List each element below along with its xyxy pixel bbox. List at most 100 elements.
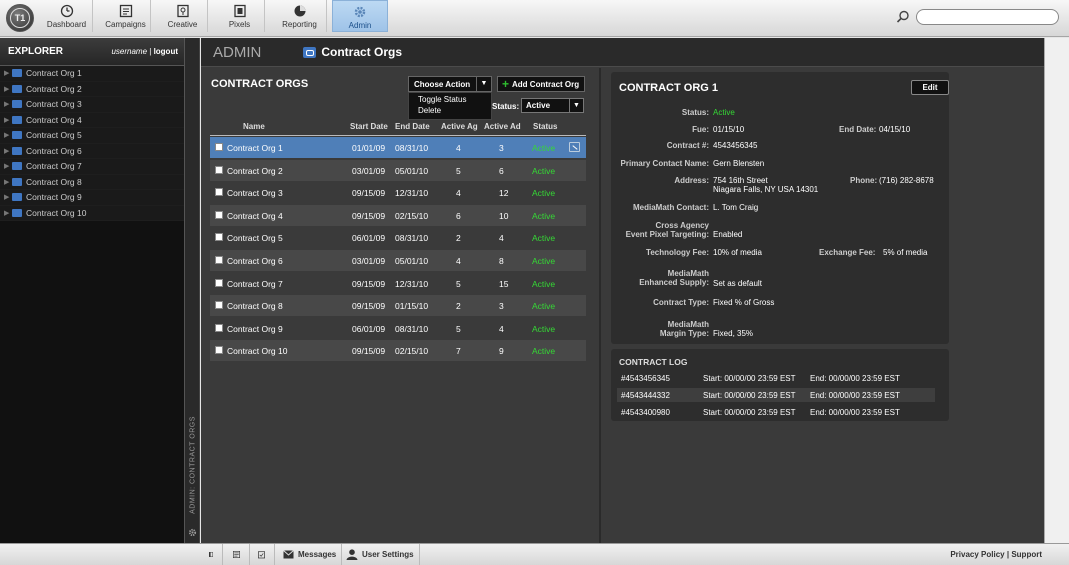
cell-name[interactable]: Contract Org 1	[227, 143, 283, 153]
explorer-item[interactable]: ▶ Contract Org 5	[0, 128, 184, 144]
explorer-item[interactable]: ▶ Contract Org 10	[0, 205, 184, 221]
nav-tab-campaigns[interactable]: Campaigns	[101, 0, 151, 32]
explorer-item[interactable]: ▶ Contract Org 1	[0, 66, 184, 82]
footer-user-settings-button[interactable]: User Settings	[341, 544, 420, 565]
address-line-2: Niagara Falls, NY USA 14301	[713, 185, 819, 194]
column-header-active-ag[interactable]: Active Ag	[441, 122, 478, 131]
column-header-start-date[interactable]: Start Date	[350, 122, 388, 131]
status-filter-select[interactable]: Active ▼	[521, 98, 584, 113]
section-title: ADMIN	[213, 43, 262, 61]
menu-item-delete[interactable]: Delete	[409, 104, 491, 115]
t1-logo[interactable]: T1	[6, 4, 34, 32]
explorer-item[interactable]: ▶ Contract Org 3	[0, 97, 184, 113]
expand-arrow-icon[interactable]: ▶	[4, 100, 12, 108]
edit-icon[interactable]	[569, 142, 580, 152]
nav-label-creative: Creative	[167, 20, 198, 29]
explorer-item[interactable]: ▶ Contract Org 4	[0, 112, 184, 128]
expand-arrow-icon[interactable]: ▶	[4, 209, 12, 217]
cell-name[interactable]: Contract Org 2	[227, 166, 283, 176]
column-header-status[interactable]: Status	[533, 122, 557, 131]
row-checkbox[interactable]	[215, 188, 223, 197]
cell-name[interactable]: Contract Org 6	[227, 256, 283, 266]
footer-clipboard-button[interactable]	[253, 544, 275, 565]
explorer-item[interactable]: ▶ Contract Org 8	[0, 174, 184, 190]
username-link[interactable]: username	[111, 47, 147, 56]
add-contract-org-button[interactable]: + Add Contract Org	[497, 76, 585, 92]
privacy-policy-link[interactable]: Privacy Policy	[950, 550, 1004, 559]
expand-arrow-icon[interactable]: ▶	[4, 178, 12, 186]
exchange-fee-label: Exchange Fee:	[819, 248, 876, 257]
table-row[interactable]: Contract Org 8 09/15/09 01/15/10 2 3 Active	[210, 295, 586, 317]
expand-arrow-icon[interactable]: ▶	[4, 162, 12, 170]
cell-active-ag: 5	[456, 165, 461, 176]
column-header-end-date[interactable]: End Date	[395, 122, 430, 131]
plus-icon: +	[502, 77, 510, 91]
cell-end-date: 02/15/10	[395, 346, 429, 357]
technology-fee-label: Technology Fee:	[646, 248, 709, 257]
contract-number-label: Contract #:	[666, 141, 709, 150]
explorer-item[interactable]: ▶ Contract Org 9	[0, 190, 184, 206]
cell-name[interactable]: Contract Org 9	[227, 324, 283, 334]
expand-arrow-icon[interactable]: ▶	[4, 69, 12, 77]
footer-notes-button[interactable]	[228, 544, 250, 565]
row-checkbox[interactable]	[215, 256, 223, 264]
nav-tab-admin[interactable]: Admin	[332, 0, 388, 32]
edit-button[interactable]: Edit	[911, 80, 949, 95]
table-row[interactable]: Contract Org 1 01/01/09 08/31/10 4 3 Active	[210, 137, 586, 158]
expand-arrow-icon[interactable]: ▶	[4, 116, 12, 124]
cell-name[interactable]: Contract Org 10	[227, 346, 287, 356]
explorer-item[interactable]: ▶ Contract Org 6	[0, 143, 184, 159]
column-header-name[interactable]: Name	[243, 122, 265, 131]
support-link[interactable]: Support	[1011, 550, 1042, 559]
row-checkbox[interactable]	[215, 233, 223, 242]
explorer-item[interactable]: ▶ Contract Org 7	[0, 159, 184, 175]
column-header-active-ad[interactable]: Active Ad	[484, 122, 521, 131]
logout-link[interactable]: logout	[154, 47, 178, 56]
cell-name[interactable]: Contract Org 5	[227, 233, 283, 243]
cell-name[interactable]: Contract Org 4	[227, 211, 283, 221]
cell-active-ad: 4	[499, 323, 504, 334]
search-icon[interactable]	[895, 9, 911, 25]
expand-arrow-icon[interactable]: ▶	[4, 147, 12, 155]
cell-status: Active	[532, 188, 556, 199]
footer-separator: |	[1006, 550, 1010, 559]
gear-icon[interactable]	[188, 528, 197, 537]
table-row[interactable]: Contract Org 4 09/15/09 02/15/10 6 10 Active	[210, 204, 586, 226]
primary-contact-label: Primary Contact Name:	[620, 159, 709, 168]
expand-arrow-icon[interactable]: ▶	[4, 85, 12, 93]
table-row[interactable]: Contract Org 5 06/01/09 08/31/10 2 4 Active	[210, 227, 586, 248]
nav-tab-creative[interactable]: Creative	[158, 0, 208, 32]
footer-messages-button[interactable]: Messages	[278, 544, 343, 565]
nav-tab-pixels[interactable]: Pixels	[215, 0, 265, 32]
table-row[interactable]: Contract Org 3 09/15/09 12/31/10 4 12 Active	[210, 182, 586, 203]
explorer-item-label: Contract Org 3	[26, 99, 82, 110]
cell-name[interactable]: Contract Org 7	[227, 279, 283, 289]
row-checkbox[interactable]	[215, 278, 223, 287]
table-row[interactable]: Contract Org 2 03/01/09 05/01/10 5 6 Active	[210, 159, 586, 181]
search-input[interactable]	[916, 9, 1059, 25]
choose-action-dropdown[interactable]: Choose Action ▼	[408, 76, 492, 92]
nav-tab-reporting[interactable]: Reporting	[273, 0, 327, 32]
table-row[interactable]: Contract Org 10 09/15/09 02/15/10 7 9 Active	[210, 340, 586, 362]
table-row[interactable]: Contract Org 9 06/01/09 08/31/10 5 4 Active	[210, 318, 586, 339]
row-checkbox[interactable]	[215, 346, 223, 355]
table-row[interactable]: Contract Org 6 03/01/09 05/01/10 4 8 Active	[210, 250, 586, 271]
menu-item-toggle-status[interactable]: Toggle Status	[409, 93, 491, 104]
row-checkbox[interactable]	[215, 143, 223, 151]
log-end: End: 00/00/00 23:59 EST	[810, 374, 900, 383]
footer-panel-button[interactable]	[204, 544, 223, 565]
expand-arrow-icon[interactable]: ▶	[4, 131, 12, 139]
contract-org-icon	[303, 46, 317, 58]
row-checkbox[interactable]	[215, 323, 223, 332]
nav-tab-dashboard[interactable]: Dashboard	[41, 0, 93, 32]
expand-arrow-icon[interactable]: ▶	[4, 193, 12, 201]
row-checkbox[interactable]	[215, 165, 223, 174]
row-checkbox[interactable]	[215, 210, 223, 219]
cell-name[interactable]: Contract Org 3	[227, 188, 283, 198]
row-checkbox[interactable]	[215, 301, 223, 310]
explorer-item[interactable]: ▶ Contract Org 2	[0, 81, 184, 97]
log-start: Start: 00/00/00 23:59 EST	[703, 408, 796, 417]
explorer-collapse-handle[interactable]: ADMIN: CONTRACT ORGS	[185, 38, 200, 543]
table-row[interactable]: Contract Org 7 09/15/09 12/31/10 5 15 Active	[210, 273, 586, 294]
cell-name[interactable]: Contract Org 8	[227, 301, 283, 311]
